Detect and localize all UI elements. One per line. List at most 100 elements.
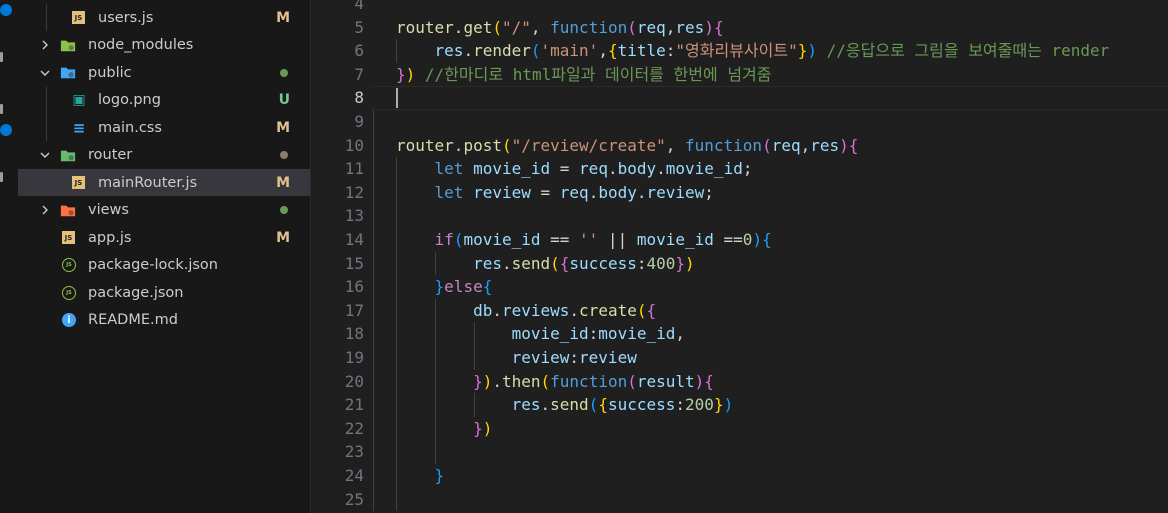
code-line[interactable]: 15 res.send({success:400}) xyxy=(311,252,1168,276)
code-text: let review = req.body.review; xyxy=(396,181,714,205)
folder-item-router[interactable]: router xyxy=(18,142,310,169)
tree-item-label: router xyxy=(88,147,133,163)
code-line[interactable]: 8 xyxy=(311,86,1168,110)
code-token: { xyxy=(559,253,570,273)
code-token: ) xyxy=(482,371,493,391)
file-item-main-css[interactable]: ≡ main.css M xyxy=(18,114,310,141)
code-token: , xyxy=(530,17,551,37)
node-json-icon: JS xyxy=(62,285,76,300)
image-icon: ▣ xyxy=(72,92,86,108)
code-line[interactable]: 19 review:review xyxy=(311,346,1168,370)
code-line[interactable]: 14 if(movie_id == '' || movie_id ==0){ xyxy=(311,228,1168,252)
code-line[interactable]: 7}) //한마디로 html파일과 데이터를 한번에 넘겨줌 xyxy=(311,63,1168,87)
activity-badge-icon[interactable] xyxy=(0,124,12,136)
code-line[interactable]: 6 res.render('main',{title:"영화리뷰사이트"}) /… xyxy=(311,39,1168,63)
line-number: 18 xyxy=(344,324,364,344)
code-line[interactable]: 12 let review = req.body.review; xyxy=(311,181,1168,205)
code-token: } xyxy=(797,41,808,61)
code-token: , xyxy=(598,41,608,61)
code-token: { xyxy=(762,230,772,249)
js-icon: JS xyxy=(72,11,85,24)
tree-item-label: README.md xyxy=(88,312,178,328)
code-token: ; xyxy=(742,159,753,179)
chevron-down-icon[interactable] xyxy=(38,65,52,81)
code-text: res.send({success:200}) xyxy=(396,393,734,417)
code-line[interactable]: 17 db.reviews.create({ xyxy=(311,299,1168,323)
code-line[interactable]: 9 xyxy=(311,110,1168,134)
code-line[interactable]: 24 } xyxy=(311,464,1168,488)
code-token: } xyxy=(675,253,686,273)
node-modules-folder-icon xyxy=(60,37,76,53)
tree-item-label: public xyxy=(88,64,132,81)
code-token: . xyxy=(453,17,464,37)
file-item-logo-png[interactable]: ▣ logo.png U xyxy=(18,86,310,114)
code-token: : xyxy=(588,324,599,344)
code-token: : xyxy=(569,348,580,367)
tree-indent-guide xyxy=(46,114,47,141)
activity-bar xyxy=(0,0,18,513)
folder-item-node-modules[interactable]: node_modules xyxy=(18,32,310,59)
code-token: get xyxy=(463,17,493,37)
code-line[interactable]: 4 xyxy=(311,0,1168,16)
line-number: 16 xyxy=(344,277,364,297)
code-token: if xyxy=(434,230,454,249)
tree-item-label: app.js xyxy=(88,229,132,246)
code-token: req xyxy=(579,159,608,179)
code-line[interactable]: 22 }) xyxy=(311,417,1168,441)
folder-item-public[interactable]: public xyxy=(18,59,310,86)
code-token: ) xyxy=(839,135,849,155)
chevron-right-icon[interactable] xyxy=(38,37,52,53)
folder-item-views[interactable]: views xyxy=(18,197,310,224)
file-item-app-js[interactable]: JS app.js M xyxy=(18,224,310,251)
code-token: ( xyxy=(453,230,464,249)
code-line[interactable]: 18 movie_id:movie_id, xyxy=(311,322,1168,346)
tree-item-label: mainRouter.js xyxy=(98,174,198,191)
code-text: db.reviews.create({ xyxy=(396,299,656,323)
code-token: == xyxy=(713,230,743,249)
file-item-users-js[interactable]: JS users.js M xyxy=(18,4,310,31)
code-line[interactable]: 23 xyxy=(311,440,1168,464)
code-token: } xyxy=(434,466,445,485)
node-json-icon: JS xyxy=(62,258,76,272)
code-line[interactable]: 5 router.get("/", function(req,res){ xyxy=(311,16,1168,40)
code-token: ) xyxy=(723,395,734,415)
code-editor[interactable]: 4 5 router.get("/", function(req,res){6 re… xyxy=(311,0,1168,513)
code-token: result xyxy=(636,371,695,391)
code-line[interactable]: 25 xyxy=(311,488,1168,512)
code-token: router xyxy=(396,17,454,37)
code-line[interactable]: 20 }).then(function(result){ xyxy=(311,370,1168,394)
chevron-right-icon[interactable] xyxy=(38,202,52,218)
code-line[interactable]: 21 res.send({success:200}) xyxy=(311,393,1168,417)
code-line[interactable]: 10 router.post("/review/create", function… xyxy=(311,134,1168,158)
line-number: 8 xyxy=(354,88,364,108)
code-token: ) xyxy=(482,418,493,438)
code-token: function xyxy=(550,17,628,37)
file-item-package-lock-json[interactable]: JS package-lock.json xyxy=(18,252,310,279)
code-token: movie_id xyxy=(463,230,541,249)
git-status-badge: U xyxy=(278,92,290,108)
file-item-mainrouter-js[interactable]: JS mainRouter.js M xyxy=(18,169,310,196)
code-token: ; xyxy=(704,182,714,202)
code-token: 'main' xyxy=(540,41,599,61)
code-token: , xyxy=(665,17,676,37)
activity-item-icon[interactable] xyxy=(0,104,3,114)
file-item-package-json[interactable]: JS package.json xyxy=(18,279,310,306)
code-token: ( xyxy=(762,135,772,155)
line-number: 17 xyxy=(344,300,364,320)
code-line[interactable]: 11 let movie_id = req.body.movie_id; xyxy=(311,157,1168,181)
code-line[interactable]: 13 xyxy=(311,204,1168,228)
git-status-dot xyxy=(280,68,288,77)
code-token: review xyxy=(511,348,570,367)
code-token: let xyxy=(434,182,464,202)
activity-badge-icon[interactable] xyxy=(0,4,12,16)
activity-item-icon[interactable] xyxy=(0,172,3,182)
activity-item-icon[interactable] xyxy=(0,52,3,62)
code-line[interactable]: 16 }else{ xyxy=(311,275,1168,299)
code-text: }else{ xyxy=(396,275,493,299)
chevron-down-icon[interactable] xyxy=(38,147,52,163)
code-token: { xyxy=(598,395,608,415)
file-item-readme-md[interactable]: i README.md xyxy=(18,307,310,334)
